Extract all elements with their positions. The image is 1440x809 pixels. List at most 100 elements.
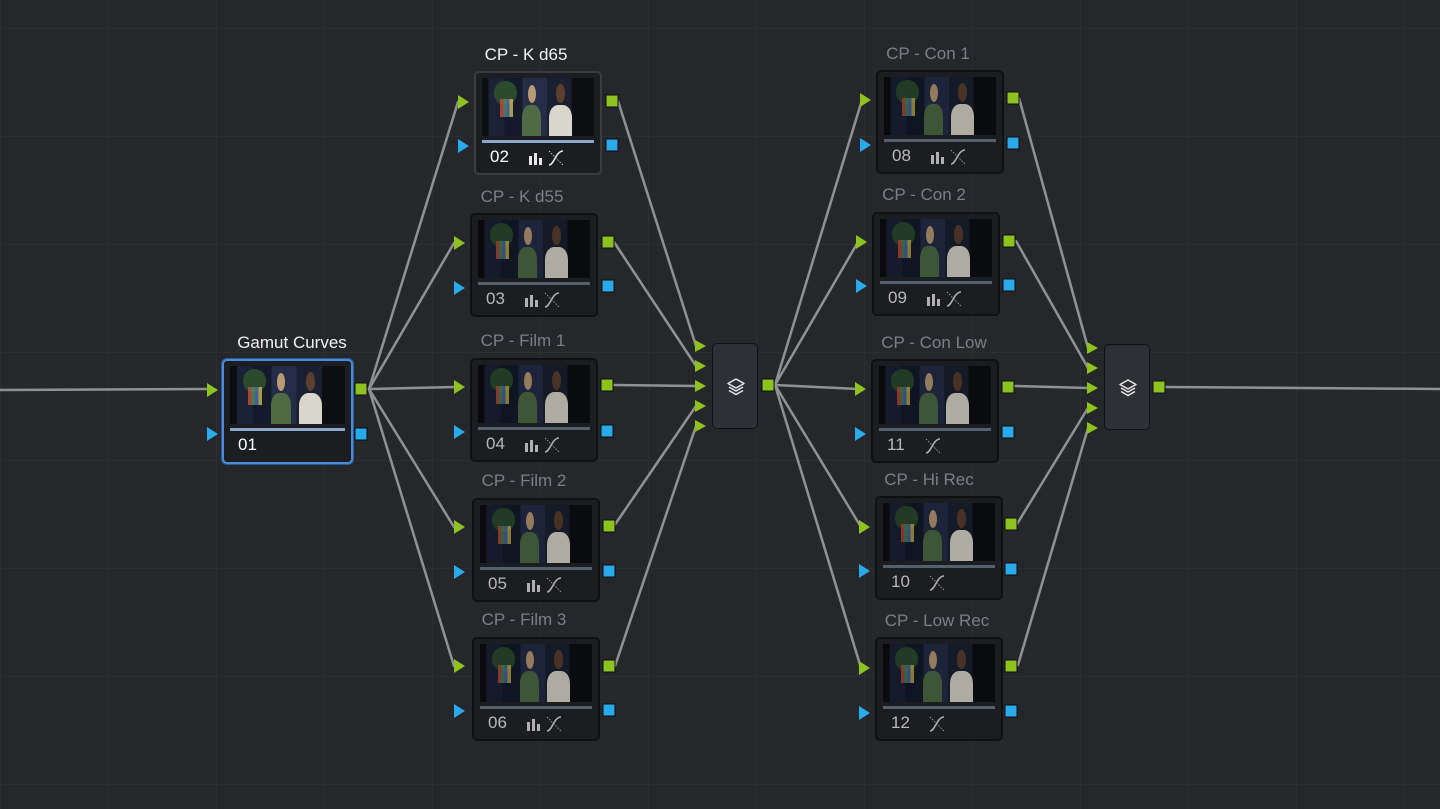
rgb-output-port[interactable] — [601, 235, 615, 249]
node-11[interactable]: 11 — [871, 359, 999, 463]
key-input-port[interactable] — [454, 425, 465, 439]
layer-mixer-node[interactable] — [712, 343, 758, 429]
rgb-output-port[interactable] — [1002, 234, 1016, 248]
curves-icon — [544, 437, 560, 453]
node-02[interactable]: 02 — [474, 71, 602, 175]
mixer-input-port[interactable] — [695, 340, 706, 352]
mixer-input-port[interactable] — [695, 420, 706, 432]
key-output-port[interactable] — [602, 703, 616, 717]
mixer-input-port[interactable] — [695, 400, 706, 412]
bars-icon — [527, 719, 540, 731]
key-input-port[interactable] — [856, 279, 867, 293]
node-10[interactable]: 10 — [875, 496, 1003, 600]
key-output-port[interactable] — [1002, 278, 1016, 292]
node-03[interactable]: 03 — [470, 213, 598, 317]
rgb-output-port[interactable] — [602, 659, 616, 673]
rgb-input-port[interactable] — [859, 520, 870, 534]
mixer-input-port[interactable] — [695, 380, 706, 392]
node-divider — [880, 281, 992, 284]
key-input-port[interactable] — [454, 565, 465, 579]
rgb-output-port[interactable] — [1001, 380, 1015, 394]
rgb-output-port[interactable] — [1004, 517, 1018, 531]
rgb-input-port[interactable] — [454, 380, 465, 394]
rgb-output-port[interactable] — [600, 378, 614, 392]
node-divider — [480, 567, 592, 570]
node-thumbnail — [230, 366, 345, 424]
rgb-output-port[interactable] — [1004, 659, 1018, 673]
node-thumbnail — [482, 78, 594, 136]
key-output-port[interactable] — [602, 564, 616, 578]
key-output-port[interactable] — [1004, 704, 1018, 718]
node-divider — [478, 282, 590, 285]
key-output-port[interactable] — [601, 279, 615, 293]
mixer-input-port[interactable] — [695, 360, 706, 372]
node-label: CP - Hi Rec — [884, 470, 974, 489]
node-number: 09 — [888, 288, 907, 307]
layer-mixer-node[interactable] — [1104, 344, 1150, 430]
node-thumbnail — [480, 505, 592, 563]
node-divider — [883, 565, 995, 568]
node-thumbnail — [879, 366, 991, 424]
mixer-output-port[interactable] — [761, 378, 775, 392]
layers-icon — [727, 378, 745, 396]
key-input-port[interactable] — [458, 139, 469, 153]
key-output-port[interactable] — [1006, 136, 1020, 150]
node-thumbnail — [884, 77, 996, 135]
curves-icon — [946, 291, 962, 307]
rgb-input-port[interactable] — [454, 520, 465, 534]
node-divider — [884, 139, 996, 142]
mixer-input-port[interactable] — [1087, 422, 1098, 434]
rgb-input-port[interactable] — [856, 235, 867, 249]
rgb-input-port[interactable] — [859, 661, 870, 675]
node-04[interactable]: 04 — [470, 358, 598, 462]
rgb-output-port[interactable] — [602, 519, 616, 533]
key-input-port[interactable] — [860, 138, 871, 152]
node-divider — [883, 706, 995, 709]
node-01[interactable]: 01 — [222, 359, 353, 464]
key-output-port[interactable] — [1001, 425, 1015, 439]
rgb-input-port[interactable] — [855, 382, 866, 396]
key-input-port[interactable] — [207, 427, 218, 441]
rgb-input-port[interactable] — [458, 95, 469, 109]
key-output-port[interactable] — [354, 427, 368, 441]
layers-icon — [1119, 379, 1137, 397]
node-12[interactable]: 12 — [875, 637, 1003, 741]
node-thumbnail — [883, 644, 995, 702]
mixer-input-port[interactable] — [1087, 362, 1098, 374]
key-input-port[interactable] — [859, 706, 870, 720]
node-09[interactable]: 09 — [872, 212, 1000, 316]
node-thumbnail — [480, 644, 592, 702]
rgb-input-port[interactable] — [860, 93, 871, 107]
key-input-port[interactable] — [859, 564, 870, 578]
mixer-input-port[interactable] — [1087, 382, 1098, 394]
key-input-port[interactable] — [855, 427, 866, 441]
rgb-output-port[interactable] — [1006, 91, 1020, 105]
rgb-input-port[interactable] — [454, 659, 465, 673]
rgb-input-port[interactable] — [454, 236, 465, 250]
curves-icon — [546, 716, 562, 732]
key-output-port[interactable] — [605, 138, 619, 152]
rgb-output-port[interactable] — [605, 94, 619, 108]
mixer-input-port[interactable] — [1087, 402, 1098, 414]
node-number: 03 — [486, 289, 505, 308]
curves-icon — [929, 716, 945, 732]
mixer-output-port[interactable] — [1152, 380, 1166, 394]
node-05[interactable]: 05 — [472, 498, 600, 602]
node-06[interactable]: 06 — [472, 637, 600, 741]
key-output-port[interactable] — [1004, 562, 1018, 576]
mixer-input-port[interactable] — [1087, 342, 1098, 354]
rgb-output-port[interactable] — [354, 382, 368, 396]
node-08[interactable]: 08 — [876, 70, 1004, 174]
node-divider — [478, 427, 590, 430]
key-output-port[interactable] — [600, 424, 614, 438]
bars-icon — [529, 153, 542, 165]
curves-icon — [546, 577, 562, 593]
node-label: CP - Con 1 — [886, 44, 970, 63]
bars-icon — [927, 294, 940, 306]
rgb-input-port[interactable] — [207, 383, 218, 397]
node-label: Gamut Curves — [237, 333, 347, 352]
node-divider — [230, 428, 345, 431]
key-input-port[interactable] — [454, 281, 465, 295]
key-input-port[interactable] — [454, 704, 465, 718]
node-label: CP - Film 1 — [480, 331, 566, 350]
